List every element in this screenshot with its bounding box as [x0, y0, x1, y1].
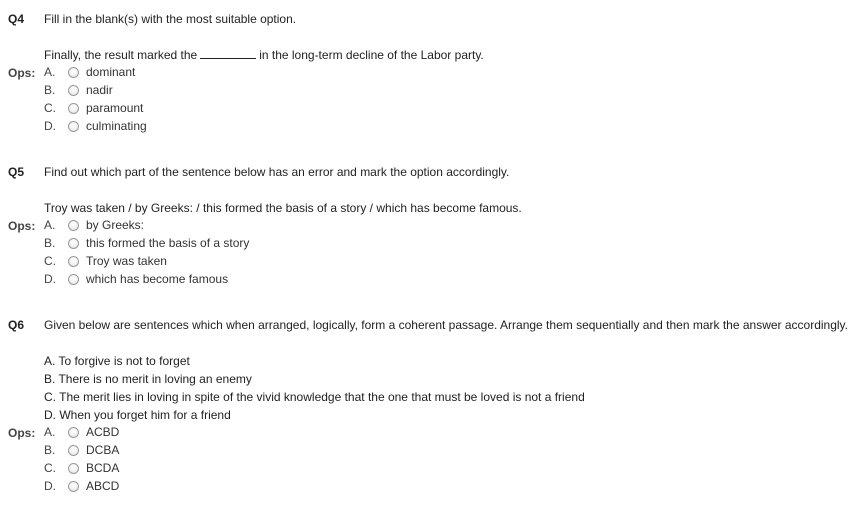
- question-number-q6: Q6: [8, 318, 25, 332]
- option-letter: C.: [44, 101, 56, 115]
- question-number-q5: Q5: [8, 165, 25, 179]
- passage-sentence-a: A. To forgive is not to forget: [44, 354, 190, 368]
- sentence-after-blank: in the long-term decline of the Labor pa…: [259, 48, 484, 62]
- radio-button[interactable]: [68, 273, 79, 285]
- option-text: which has become famous: [86, 272, 229, 286]
- radio-button[interactable]: [68, 480, 79, 492]
- ops-label-q4: Ops:: [8, 66, 36, 80]
- option-letter: D.: [44, 272, 56, 286]
- question-sentence-q5: Troy was taken / by Greeks: / this forme…: [44, 201, 522, 215]
- option-q4-b[interactable]: B. nadir: [44, 82, 113, 98]
- ops-label-q6: Ops:: [8, 426, 36, 440]
- option-letter: B.: [44, 83, 56, 97]
- option-q5-b[interactable]: B. this formed the basis of a story: [44, 235, 249, 251]
- question-prompt-q4: Fill in the blank(s) with the most suita…: [44, 12, 297, 26]
- question-prompt-q5: Find out which part of the sentence belo…: [44, 165, 510, 179]
- option-text: culminating: [86, 119, 147, 133]
- option-letter: D.: [44, 119, 56, 133]
- option-letter: C.: [44, 254, 56, 268]
- option-text: DCBA: [86, 443, 120, 457]
- option-text: by Greeks:: [86, 218, 145, 232]
- option-letter: D.: [44, 479, 56, 493]
- option-q6-d[interactable]: D. ABCD: [44, 478, 119, 494]
- option-text: BCDA: [86, 461, 120, 475]
- option-letter: B.: [44, 236, 56, 250]
- radio-button[interactable]: [68, 426, 79, 438]
- option-text: this formed the basis of a story: [86, 236, 250, 250]
- passage-sentence-c: C. The merit lies in loving in spite of …: [44, 390, 585, 404]
- question-sentence-q4: Finally, the result marked the in the lon…: [44, 48, 484, 62]
- question-page: Q4 Fill in the blank(s) with the most su…: [0, 0, 856, 520]
- question-prompt-q6: Given below are sentences which when arr…: [44, 318, 848, 332]
- option-text: paramount: [86, 101, 144, 115]
- option-q4-d[interactable]: D. culminating: [44, 118, 147, 134]
- radio-button[interactable]: [68, 84, 79, 96]
- option-letter: A.: [44, 218, 56, 232]
- option-q6-b[interactable]: B. DCBA: [44, 442, 119, 458]
- option-text: ABCD: [86, 479, 120, 493]
- option-text: nadir: [86, 83, 113, 97]
- radio-button[interactable]: [68, 462, 79, 474]
- option-text: Troy was taken: [86, 254, 167, 268]
- radio-button[interactable]: [68, 255, 79, 267]
- question-number-q4: Q4: [8, 12, 25, 26]
- radio-button[interactable]: [68, 120, 79, 132]
- ops-label-q5: Ops:: [8, 219, 36, 233]
- option-q4-c[interactable]: C. paramount: [44, 100, 143, 116]
- option-text: dominant: [86, 65, 136, 79]
- radio-button[interactable]: [68, 66, 79, 78]
- sentence-before-blank: Finally, the result marked the: [44, 48, 198, 62]
- option-letter: B.: [44, 443, 56, 457]
- passage-sentence-b: B. There is no merit in loving an enemy: [44, 372, 252, 386]
- radio-button[interactable]: [68, 444, 79, 456]
- option-q5-d[interactable]: D. which has become famous: [44, 271, 228, 287]
- option-q6-a[interactable]: A. ACBD: [44, 424, 119, 440]
- radio-button[interactable]: [68, 237, 79, 249]
- radio-button[interactable]: [68, 102, 79, 114]
- option-q5-a[interactable]: A. by Greeks:: [44, 217, 144, 233]
- option-text: ACBD: [86, 425, 120, 439]
- passage-sentence-d: D. When you forget him for a friend: [44, 408, 231, 422]
- option-q5-c[interactable]: C. Troy was taken: [44, 253, 167, 269]
- option-letter: C.: [44, 461, 56, 475]
- option-q4-a[interactable]: A. dominant: [44, 64, 135, 80]
- radio-button[interactable]: [68, 219, 79, 231]
- option-q6-c[interactable]: C. BCDA: [44, 460, 119, 476]
- option-letter: A.: [44, 425, 56, 439]
- fill-blank: [200, 49, 257, 59]
- option-letter: A.: [44, 65, 56, 79]
